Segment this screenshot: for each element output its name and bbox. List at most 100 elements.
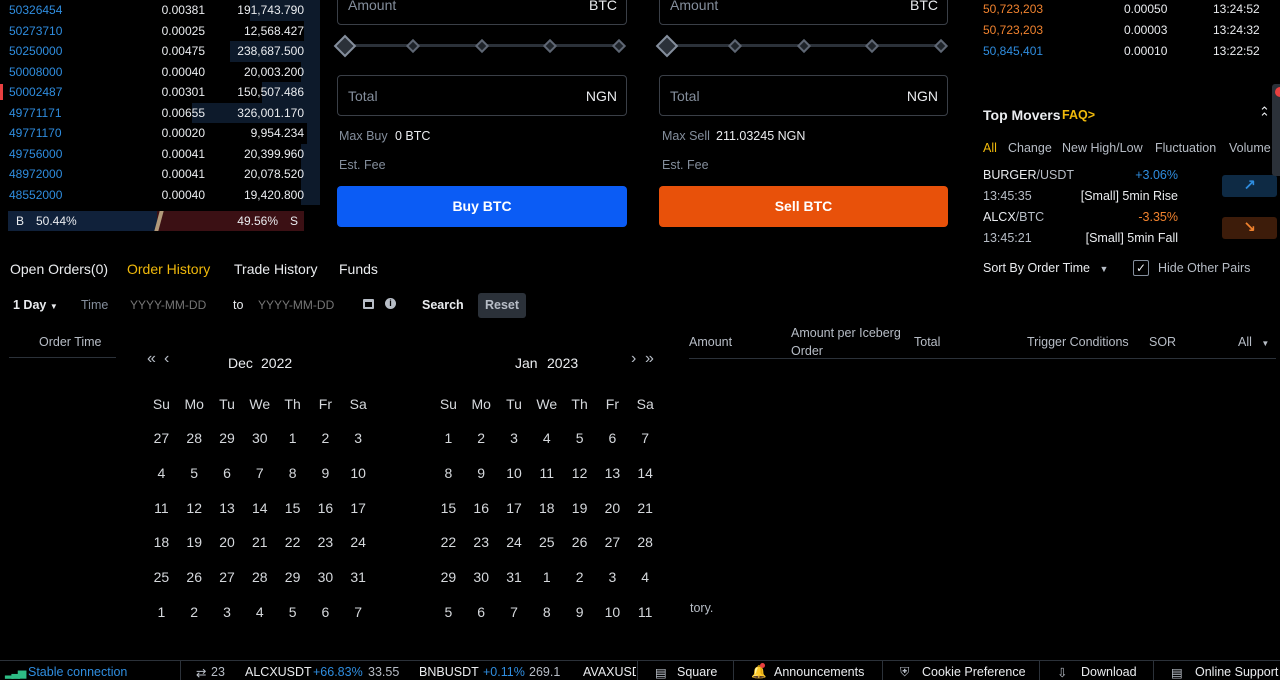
sell-slider-75-mark[interactable] (864, 38, 880, 54)
sort-by-dropdown[interactable]: Sort By Order Time ▼ (983, 261, 1108, 275)
order-book-row[interactable]: 50008000 0.00040 20,003.200 (0, 61, 320, 82)
calendar-day[interactable]: 20 (211, 525, 244, 560)
sell-btc-button[interactable]: Sell BTC (659, 186, 948, 227)
calendar-day[interactable]: 13 (211, 491, 244, 526)
calendar-day[interactable]: 1 (276, 421, 309, 456)
footer-link-download[interactable]: Download (1081, 665, 1137, 679)
calendar-day[interactable]: 21 (629, 491, 662, 526)
calendar-day[interactable]: 29 (211, 421, 244, 456)
buy-slider-100-mark[interactable] (611, 38, 627, 54)
calendar-day[interactable]: 27 (211, 560, 244, 595)
calendar-day[interactable]: 5 (432, 595, 465, 630)
calendar-day[interactable]: 27 (145, 421, 178, 456)
period-select[interactable]: 1 Day ▼ (13, 298, 58, 312)
sell-slider[interactable] (655, 34, 949, 58)
footer-link-cookie-preference[interactable]: Cookie Preference (922, 665, 1026, 679)
buy-amount-field[interactable]: Amount BTC (337, 0, 627, 25)
calendar-day[interactable]: 29 (276, 560, 309, 595)
calendar-day[interactable]: 9 (465, 456, 498, 491)
top-mover-item[interactable]: ALCX/BTC -3.35% 13:45:21 [Small] 5min Fall ↘ (983, 210, 1278, 250)
calendar-day[interactable]: 13 (596, 456, 629, 491)
calendar-day[interactable]: 20 (596, 491, 629, 526)
calendar-day[interactable]: 12 (563, 456, 596, 491)
buy-btc-button[interactable]: Buy BTC (337, 186, 627, 227)
sell-slider-100-mark[interactable] (933, 38, 949, 54)
date-from-input[interactable] (130, 294, 220, 316)
order-book-row[interactable]: 49771170 0.00020 9,954.234 (0, 123, 320, 144)
calendar-day[interactable]: 10 (498, 456, 531, 491)
calendar-day[interactable]: 14 (243, 491, 276, 526)
calendar-day[interactable]: 3 (211, 595, 244, 630)
calendar-day[interactable]: 16 (309, 491, 342, 526)
calendar-day[interactable]: 2 (309, 421, 342, 456)
calendar-day[interactable]: 25 (145, 560, 178, 595)
order-book-row[interactable]: 50250000 0.00475 238,687.500 (0, 41, 320, 62)
buy-slider-75-mark[interactable] (542, 38, 558, 54)
calendar-day[interactable]: 30 (309, 560, 342, 595)
calendar-day[interactable]: 28 (178, 421, 211, 456)
next-year-icon[interactable]: » (645, 350, 654, 368)
calendar-day[interactable]: 12 (178, 491, 211, 526)
tab-order-history[interactable]: Order History (127, 261, 210, 277)
calendar-day[interactable]: 28 (629, 525, 662, 560)
col-all-filter[interactable]: All ▼ (1238, 335, 1269, 349)
sell-slider-50-mark[interactable] (796, 38, 812, 54)
date-to-input[interactable] (258, 294, 348, 316)
order-book-row[interactable]: 49771171 0.00655 326,001.170 (0, 102, 320, 123)
calendar-day[interactable]: 7 (342, 595, 375, 630)
calendar-day[interactable]: 18 (145, 525, 178, 560)
next-month-icon[interactable]: › (631, 350, 636, 368)
tab-open-orders[interactable]: Open Orders(0) (10, 261, 108, 277)
calendar-day[interactable]: 4 (243, 595, 276, 630)
top-mover-item[interactable]: BURGER/USDT +3.06% 13:45:35 [Small] 5min Ri… (983, 168, 1278, 208)
sliders-icon[interactable]: ⇄ (196, 665, 206, 680)
arrow-down-right-icon[interactable]: ↘ (1222, 217, 1277, 239)
footer-link-online-support[interactable]: Online Support (1195, 665, 1278, 679)
buy-slider-50-mark[interactable] (474, 38, 490, 54)
calendar-day[interactable]: 27 (596, 525, 629, 560)
calendar-day[interactable]: 5 (563, 421, 596, 456)
calendar-day[interactable]: 4 (145, 456, 178, 491)
calendar-day[interactable]: 8 (432, 456, 465, 491)
calendar-day[interactable]: 6 (596, 421, 629, 456)
tab-change[interactable]: Change (1008, 141, 1052, 155)
info-icon[interactable]: i (385, 298, 396, 309)
calendar-icon[interactable] (363, 299, 374, 309)
ticker-symbol[interactable]: AVAXUSD (583, 665, 636, 679)
calendar-day[interactable]: 23 (309, 525, 342, 560)
order-book-row[interactable]: 49756000 0.00041 20,399.960 (0, 143, 320, 164)
buy-slider-25-mark[interactable] (405, 38, 421, 54)
order-book-row[interactable]: 48552000 0.00040 19,420.800 (0, 184, 320, 205)
calendar-day[interactable]: 22 (432, 525, 465, 560)
footer-link-announcements[interactable]: Announcements (774, 665, 864, 679)
order-book-row[interactable]: 48972000 0.00041 20,078.520 (0, 164, 320, 185)
calendar-day[interactable]: 2 (465, 421, 498, 456)
calendar-day[interactable]: 22 (276, 525, 309, 560)
calendar-day[interactable]: 25 (530, 525, 563, 560)
sell-slider-handle[interactable] (655, 34, 679, 58)
calendar-day[interactable]: 5 (178, 456, 211, 491)
calendar-day[interactable]: 2 (178, 595, 211, 630)
calendar-day[interactable]: 15 (432, 491, 465, 526)
calendar-day[interactable]: 26 (563, 525, 596, 560)
tab-funds[interactable]: Funds (339, 261, 378, 277)
calendar-day[interactable]: 23 (465, 525, 498, 560)
calendar-day[interactable]: 11 (145, 491, 178, 526)
calendar-day[interactable]: 30 (465, 560, 498, 595)
calendar-day[interactable]: 6 (211, 456, 244, 491)
top-movers-faq-link[interactable]: FAQ> (1062, 108, 1095, 122)
calendar-day[interactable]: 28 (243, 560, 276, 595)
calendar-day[interactable]: 10 (342, 456, 375, 491)
calendar-day[interactable]: 5 (276, 595, 309, 630)
calendar-day[interactable]: 7 (629, 421, 662, 456)
footer-link-square[interactable]: Square (677, 665, 717, 679)
calendar-day[interactable]: 24 (498, 525, 531, 560)
calendar-day[interactable]: 3 (596, 560, 629, 595)
tab-volume[interactable]: Volume (1229, 141, 1271, 155)
calendar-day[interactable]: 1 (145, 595, 178, 630)
calendar-day[interactable]: 31 (498, 560, 531, 595)
tab-fluctuation[interactable]: Fluctuation (1155, 141, 1216, 155)
arrow-up-right-icon[interactable]: ↗ (1222, 175, 1277, 197)
order-book-row[interactable]: 50002487 0.00301 150,507.486 (0, 82, 320, 103)
calendar-day[interactable]: 29 (432, 560, 465, 595)
